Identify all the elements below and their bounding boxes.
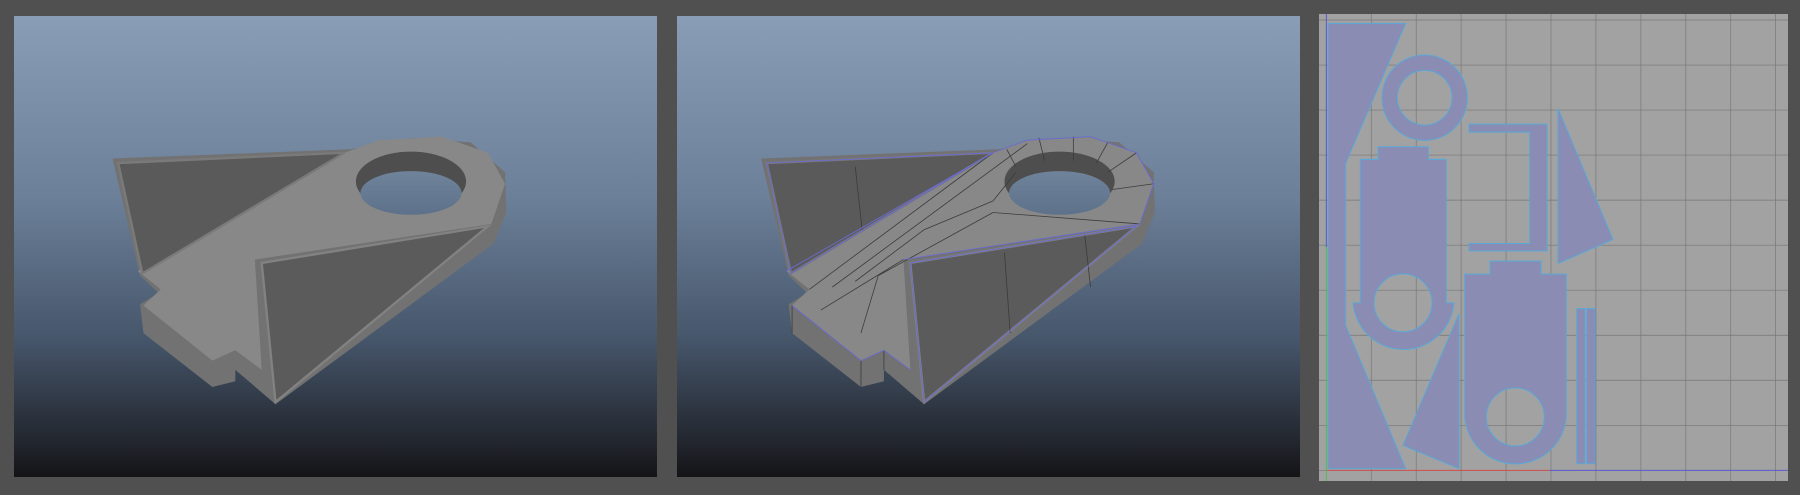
uv-editor[interactable]: [1319, 14, 1788, 481]
uv-shell-strip-1: [1576, 308, 1586, 465]
viewport-shaded[interactable]: [14, 16, 657, 477]
uv-shell-strip-2: [1586, 308, 1596, 465]
viewport-wireframe[interactable]: [677, 16, 1300, 477]
